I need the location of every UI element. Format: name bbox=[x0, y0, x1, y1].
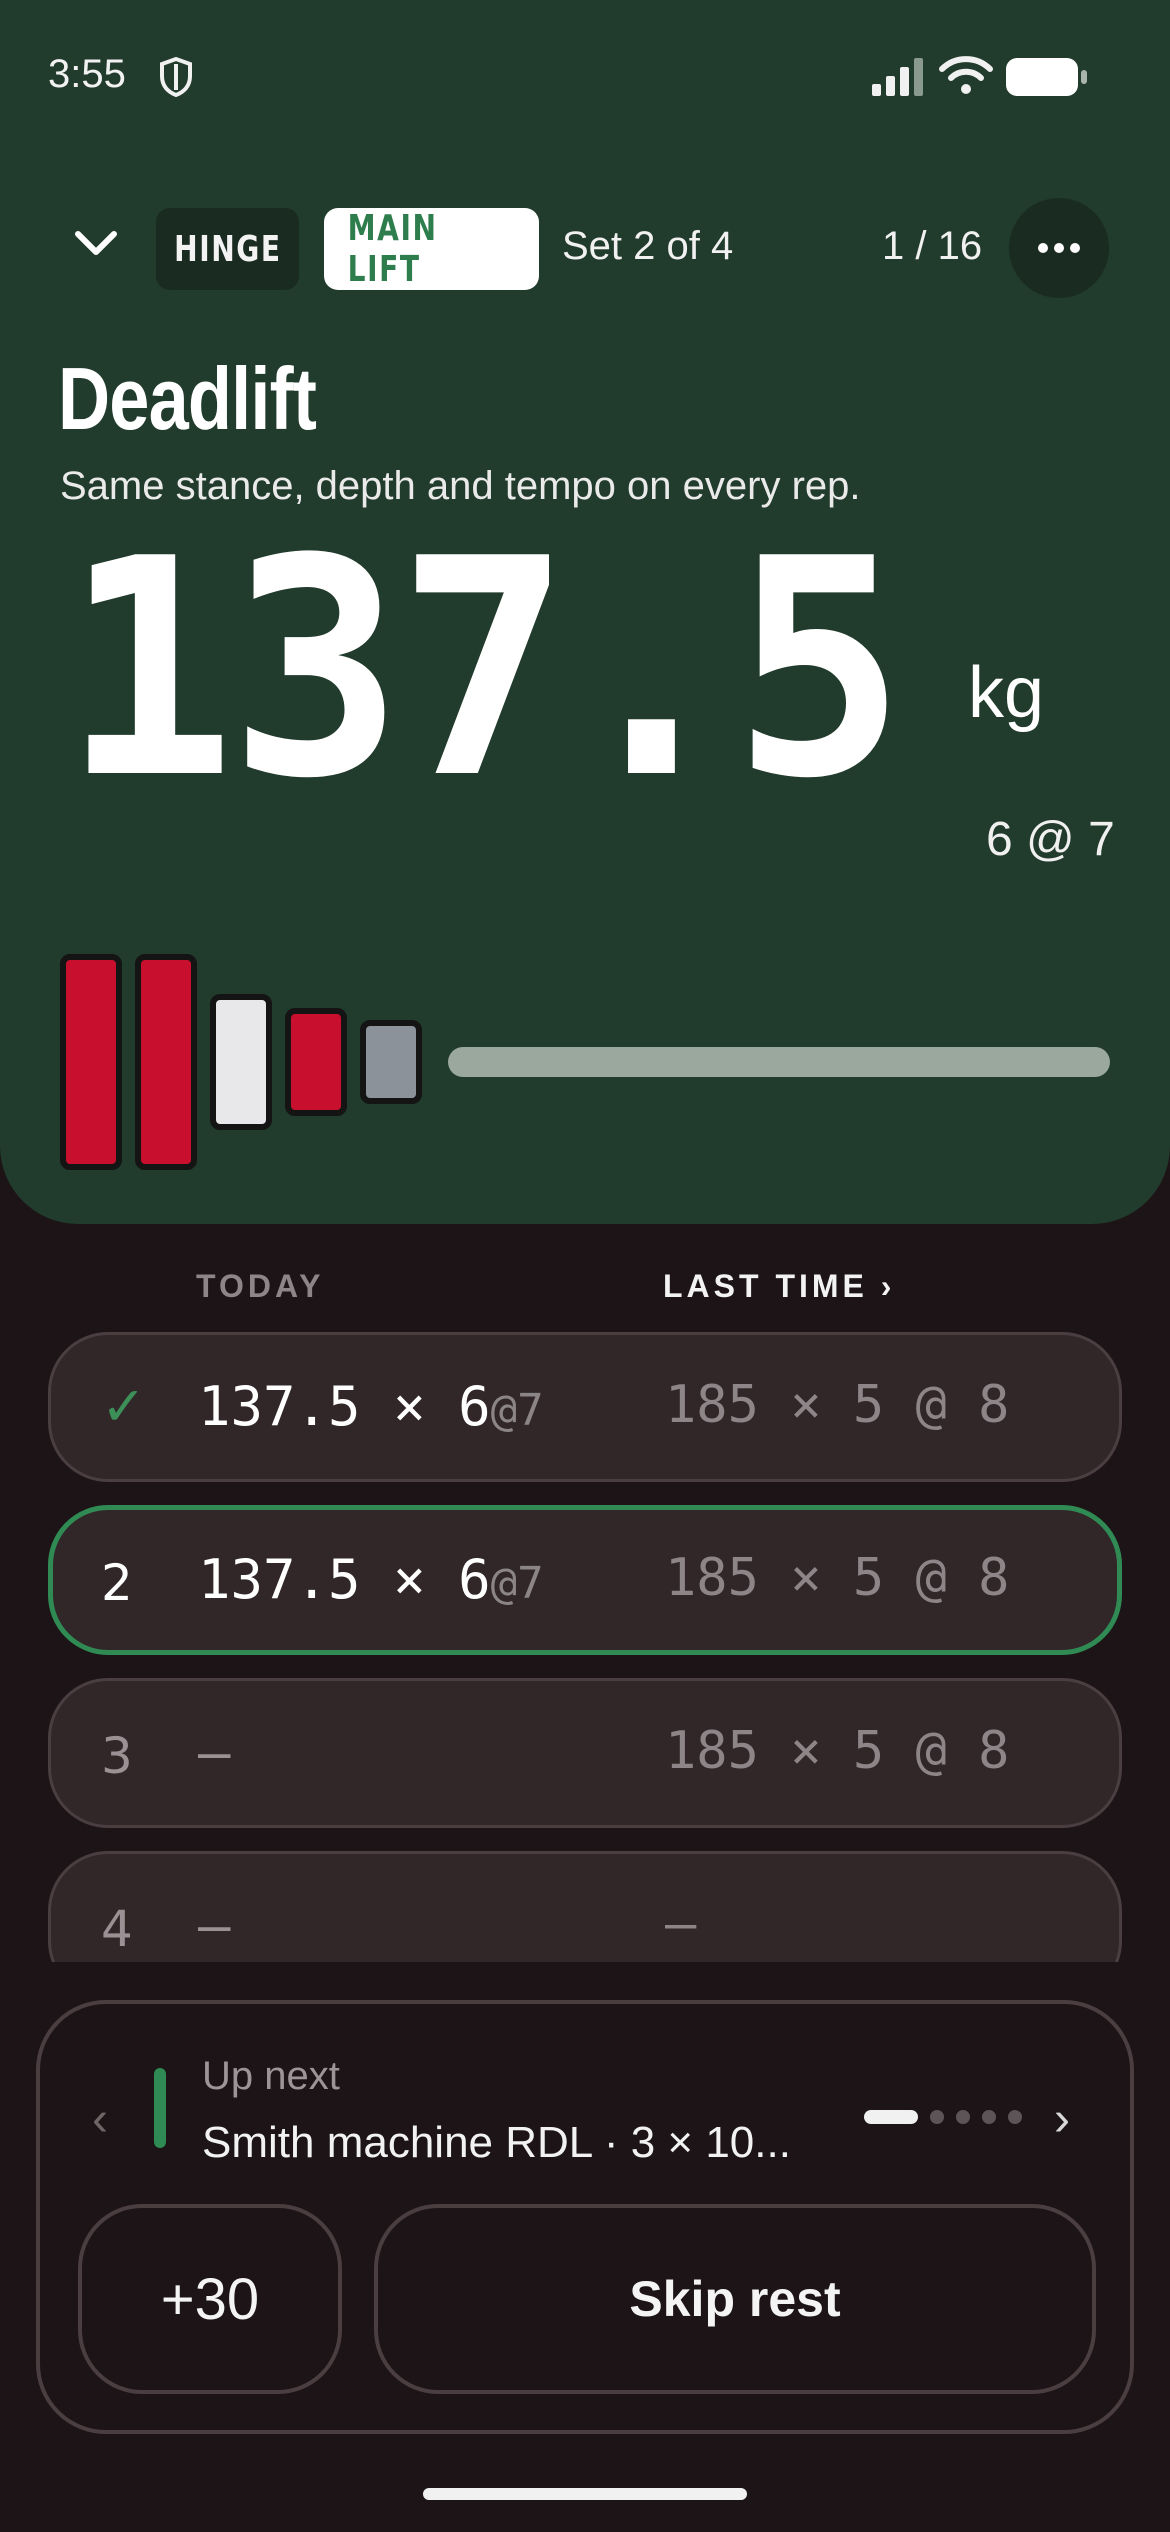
page-dot bbox=[1008, 2110, 1022, 2124]
set-row-1[interactable]: ✓ 137.5 × 6@7 185 × 5 @ 8 bbox=[48, 1332, 1122, 1482]
red-plate bbox=[285, 1008, 347, 1116]
up-next-exercise[interactable]: Smith machine RDL · 3 × 10... bbox=[202, 2118, 791, 2168]
set-index: 2 bbox=[101, 1554, 133, 1612]
today-value: 137.5 × 6@7 bbox=[198, 1375, 544, 1438]
next-exercise-button[interactable]: › bbox=[1054, 2092, 1070, 2147]
set-row-2[interactable]: 2 137.5 × 6@7 185 × 5 @ 8 bbox=[48, 1505, 1122, 1655]
exercise-name: Deadlift bbox=[58, 349, 317, 448]
red-plate bbox=[60, 954, 122, 1170]
page-dot bbox=[864, 2110, 918, 2124]
red-plate bbox=[135, 954, 197, 1170]
barbell-sleeve bbox=[448, 1047, 1110, 1077]
rest-sheet: ‹ Up next Smith machine RDL · 3 × 10... … bbox=[36, 2000, 1134, 2434]
more-horizontal-icon bbox=[1038, 243, 1080, 253]
role-tag: MAIN LIFT bbox=[324, 208, 539, 290]
column-today: TODAY bbox=[196, 1268, 325, 1304]
today-value: – bbox=[198, 1894, 231, 1957]
workout-screen: 3:55 HINGE MAIN LIFT Set 2 of 4 1 / 16 D… bbox=[0, 0, 1170, 2532]
skip-rest-button[interactable]: Skip rest bbox=[374, 2204, 1096, 2394]
category-tag: HINGE bbox=[156, 208, 299, 290]
home-indicator[interactable] bbox=[423, 2488, 747, 2500]
up-next-accent bbox=[154, 2068, 166, 2148]
today-value: – bbox=[198, 1721, 231, 1784]
last-time-value: 185 × 5 @ 8 bbox=[665, 1721, 1010, 1781]
more-button[interactable] bbox=[1009, 198, 1109, 298]
check-icon: ✓ bbox=[101, 1375, 147, 1438]
status-time: 3:55 bbox=[48, 52, 126, 96]
page-dot bbox=[930, 2110, 944, 2124]
battery-icon bbox=[1006, 58, 1087, 96]
set-row-4[interactable]: 4 – – bbox=[48, 1851, 1122, 1962]
set-index: 4 bbox=[101, 1900, 133, 1958]
column-last-time[interactable]: LAST TIME › bbox=[663, 1268, 895, 1305]
page-dot bbox=[982, 2110, 996, 2124]
grey-plate bbox=[360, 1020, 422, 1104]
set-label: Set 2 of 4 bbox=[562, 224, 734, 268]
last-time-value: – bbox=[665, 1894, 697, 1954]
chevron-down-icon[interactable] bbox=[64, 212, 128, 276]
set-index: 3 bbox=[101, 1727, 133, 1785]
set-row-3[interactable]: 3 – 185 × 5 @ 8 bbox=[48, 1678, 1122, 1828]
white-plate bbox=[210, 994, 272, 1130]
page-indicator bbox=[864, 2110, 1022, 2124]
target-weight[interactable]: 137.5 bbox=[62, 520, 906, 820]
shield-icon bbox=[160, 56, 192, 98]
signal-icon bbox=[872, 58, 923, 96]
up-next-label: Up next bbox=[202, 2054, 340, 2098]
previous-exercise-button[interactable]: ‹ bbox=[92, 2092, 108, 2147]
last-time-value: 185 × 5 @ 8 bbox=[665, 1375, 1010, 1435]
page-dot bbox=[956, 2110, 970, 2124]
weight-unit: kg bbox=[968, 653, 1045, 733]
exercise-counter: 1 / 16 bbox=[882, 224, 983, 268]
sets-list[interactable]: ✓ 137.5 × 6@7 185 × 5 @ 8 2 137.5 × 6@7 … bbox=[0, 1320, 1170, 1962]
wifi-icon bbox=[939, 56, 993, 94]
exercise-card: 3:55 HINGE MAIN LIFT Set 2 of 4 1 / 16 D… bbox=[0, 0, 1170, 1224]
last-time-value: 185 × 5 @ 8 bbox=[665, 1548, 1010, 1608]
add-time-button[interactable]: +30 bbox=[78, 2204, 342, 2394]
today-value: 137.5 × 6@7 bbox=[198, 1548, 544, 1611]
target-reps-rpe: 6 @ 7 bbox=[986, 813, 1115, 866]
